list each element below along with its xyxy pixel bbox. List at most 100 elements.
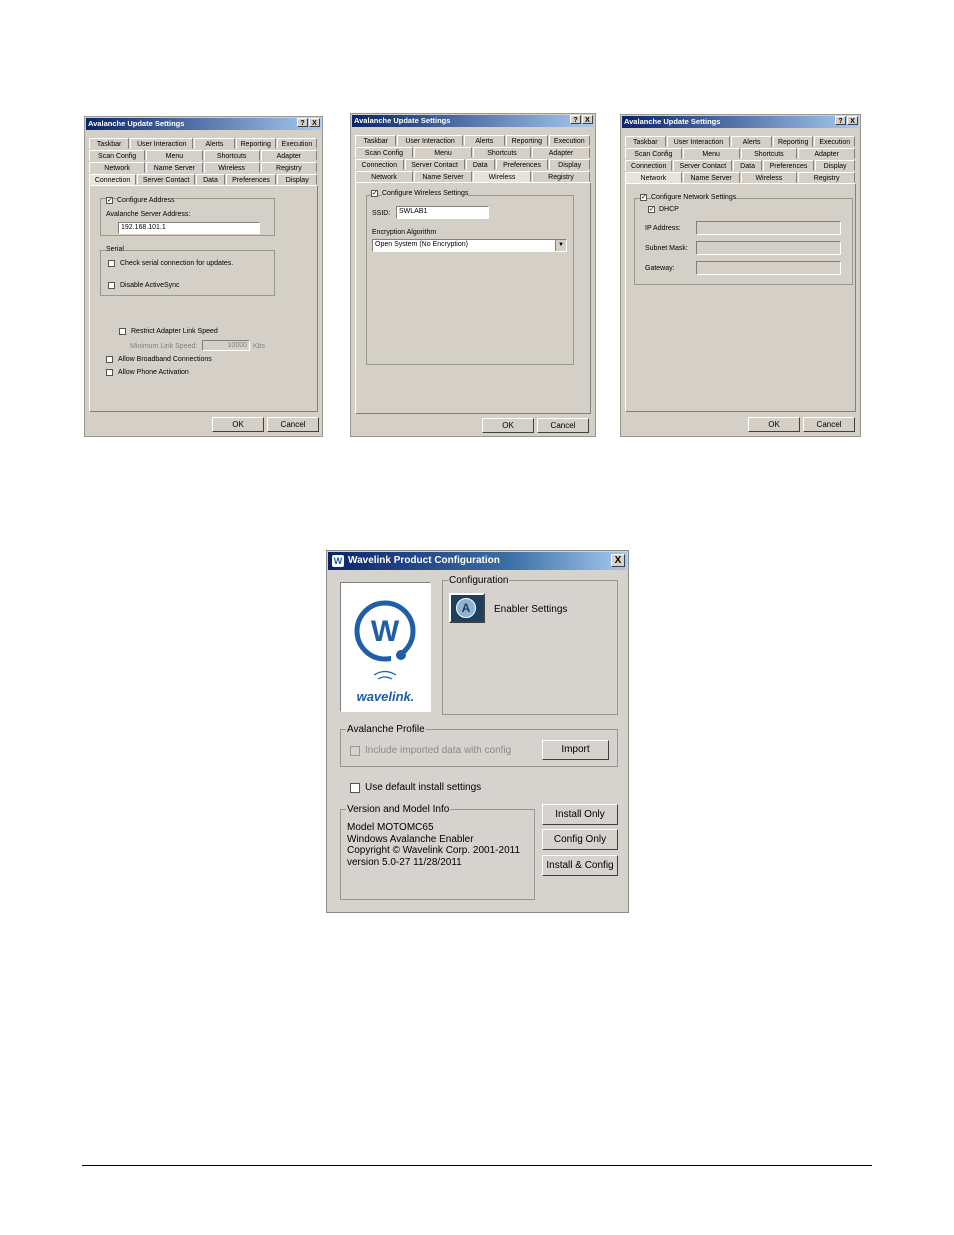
min-speed-input[interactable]: 10000 — [202, 340, 250, 351]
tab-data[interactable]: Data — [733, 160, 762, 171]
allow-phone-checkbox[interactable] — [106, 369, 113, 376]
help-button[interactable]: ? — [297, 118, 308, 127]
tab-wireless[interactable]: Wireless — [203, 162, 260, 173]
encryption-select[interactable]: Open System (No Encryption) ▼ — [372, 239, 567, 252]
tab-scan-config[interactable]: Scan Config — [355, 147, 413, 158]
ok-button[interactable]: OK — [748, 417, 800, 432]
tab-adapter[interactable]: Adapter — [532, 147, 590, 158]
tab-user-interaction[interactable]: User Interaction — [397, 135, 463, 146]
tab-wireless[interactable]: Wireless — [740, 172, 798, 183]
dhcp-checkbox[interactable]: ✓ — [648, 206, 655, 213]
cancel-button[interactable]: Cancel — [267, 417, 319, 432]
cancel-button[interactable]: Cancel — [537, 418, 589, 433]
check-serial-checkbox[interactable] — [108, 260, 115, 267]
tab-preferences[interactable]: Preferences — [225, 174, 277, 185]
tab-execution[interactable]: Execution — [814, 136, 856, 147]
tab-taskbar[interactable]: Taskbar — [355, 135, 397, 146]
configure-wireless-checkbox[interactable]: ✓ — [371, 190, 378, 197]
gateway-label: Gateway: — [645, 265, 675, 272]
tab-data[interactable]: Data — [196, 174, 225, 185]
tab-taskbar[interactable]: Taskbar — [625, 136, 666, 147]
tab-display[interactable]: Display — [549, 159, 590, 170]
tab-reporting[interactable]: Reporting — [235, 138, 276, 149]
tab-shortcuts[interactable]: Shortcuts — [740, 148, 798, 159]
tab-name-server[interactable]: Name Server — [146, 162, 203, 173]
gateway-input[interactable] — [696, 261, 841, 275]
help-button[interactable]: ? — [570, 115, 581, 124]
allow-broadband-checkbox[interactable] — [106, 356, 113, 363]
logo-text: wavelink. — [356, 689, 415, 704]
close-icon[interactable]: X — [611, 554, 625, 567]
subnet-mask-input[interactable] — [696, 241, 841, 255]
tab-shortcuts[interactable]: Shortcuts — [203, 150, 260, 161]
tab-server-contact[interactable]: Server Contact — [404, 159, 465, 170]
tab-connection[interactable]: Connection — [355, 159, 404, 170]
tab-connection[interactable]: Connection — [89, 174, 137, 185]
tab-server-contact[interactable]: Server Contact — [137, 174, 196, 185]
tab-registry[interactable]: Registry — [260, 162, 317, 173]
close-icon[interactable]: X — [309, 118, 320, 127]
model-text: Model MOTOMC65 — [347, 822, 434, 833]
tab-data[interactable]: Data — [465, 159, 495, 170]
tab-menu[interactable]: Menu — [414, 147, 472, 158]
disable-activesync-checkbox[interactable] — [108, 282, 115, 289]
configure-network-checkbox[interactable]: ✓ — [640, 194, 647, 201]
tab-scan-config[interactable]: Scan Config — [89, 150, 146, 161]
wavelink-title: Wavelink Product Configuration — [328, 552, 627, 570]
tab-display[interactable]: Display — [277, 174, 317, 185]
tab-network[interactable]: Network — [355, 171, 413, 182]
tab-reporting[interactable]: Reporting — [506, 135, 548, 146]
tab-server-contact[interactable]: Server Contact — [673, 160, 733, 171]
install-only-button[interactable]: Install Only — [542, 804, 618, 825]
tab-alerts[interactable]: Alerts — [463, 135, 506, 146]
tab-registry[interactable]: Registry — [532, 171, 590, 182]
include-imported-checkbox[interactable] — [350, 746, 360, 756]
configure-address-checkbox[interactable]: ✓ — [106, 197, 113, 204]
tab-taskbar[interactable]: Taskbar — [89, 138, 130, 149]
tab-scan-config[interactable]: Scan Config — [625, 148, 682, 159]
allow-phone-label: Allow Phone Activation — [118, 369, 189, 376]
tab-alerts[interactable]: Alerts — [194, 138, 235, 149]
tab-name-server[interactable]: Name Server — [414, 171, 472, 182]
tab-wireless[interactable]: Wireless — [473, 171, 531, 182]
page-divider — [82, 1165, 872, 1166]
tab-shortcuts[interactable]: Shortcuts — [473, 147, 531, 158]
tab-execution[interactable]: Execution — [548, 135, 591, 146]
tab-preferences[interactable]: Preferences — [762, 160, 815, 171]
ssid-input[interactable]: SWLAB1 — [396, 206, 489, 219]
configure-wireless-label: Configure Wireless Settings — [382, 189, 469, 198]
tab-alerts[interactable]: Alerts — [731, 136, 772, 147]
tab-name-server[interactable]: Name Server — [682, 172, 740, 183]
tab-registry[interactable]: Registry — [798, 172, 855, 183]
ip-address-input[interactable] — [696, 221, 841, 235]
tab-menu[interactable]: Menu — [682, 148, 740, 159]
tab-preferences[interactable]: Preferences — [495, 159, 549, 170]
tab-execution[interactable]: Execution — [276, 138, 318, 149]
tab-user-interaction[interactable]: User Interaction — [130, 138, 194, 149]
close-icon[interactable]: X — [847, 116, 858, 125]
install-config-button[interactable]: Install & Config — [542, 855, 618, 876]
tab-network[interactable]: Network — [625, 172, 682, 183]
help-button[interactable]: ? — [835, 116, 846, 125]
tab-network[interactable]: Network — [89, 162, 146, 173]
use-default-checkbox[interactable] — [350, 783, 360, 793]
tab-adapter[interactable]: Adapter — [260, 150, 317, 161]
tab-menu[interactable]: Menu — [146, 150, 203, 161]
ok-button[interactable]: OK — [482, 418, 534, 433]
ok-button[interactable]: OK — [212, 417, 264, 432]
chevron-down-icon[interactable]: ▼ — [555, 240, 566, 251]
config-only-button[interactable]: Config Only — [542, 829, 618, 850]
import-button[interactable]: Import — [542, 740, 609, 760]
encryption-value: Open System (No Encryption) — [375, 241, 468, 248]
tab-user-interaction[interactable]: User Interaction — [666, 136, 731, 147]
tab-connection[interactable]: Connection — [625, 160, 673, 171]
tab-display[interactable]: Display — [815, 160, 855, 171]
enabler-settings-button[interactable]: A — [449, 593, 485, 623]
cancel-button[interactable]: Cancel — [803, 417, 855, 432]
restrict-speed-checkbox[interactable] — [119, 328, 126, 335]
tab-adapter[interactable]: Adapter — [798, 148, 855, 159]
close-icon[interactable]: X — [582, 115, 593, 124]
dialog-connection: Avalanche Update Settings ? X Taskbar Us… — [84, 116, 323, 437]
server-address-input[interactable]: 192.168.101.1 — [118, 222, 260, 234]
tab-reporting[interactable]: Reporting — [772, 136, 814, 147]
